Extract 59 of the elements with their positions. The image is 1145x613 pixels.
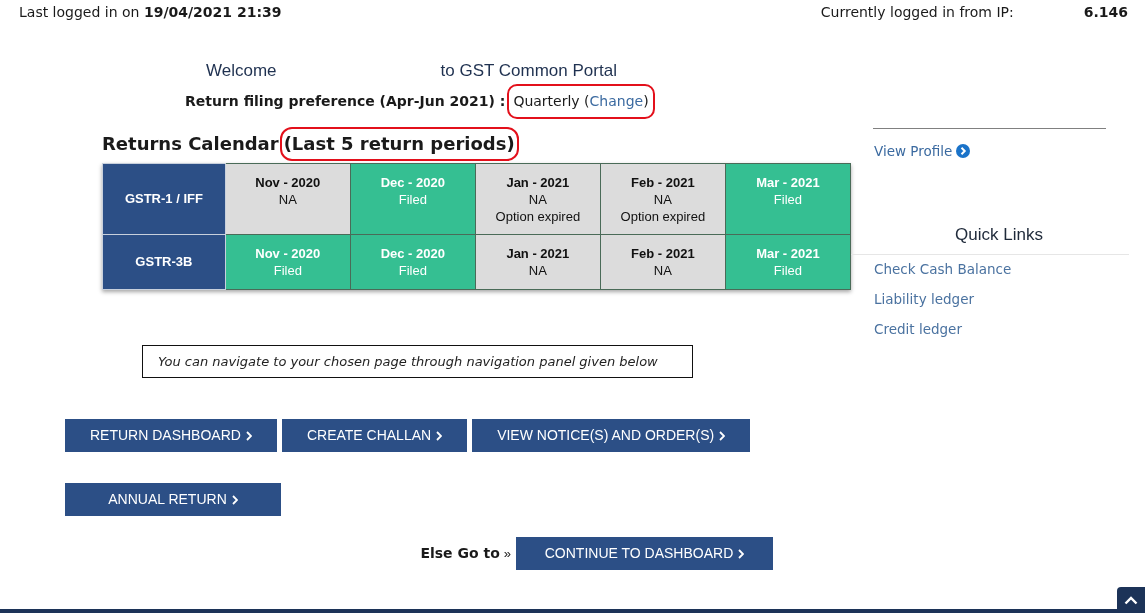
calendar-cell[interactable]: Feb - 2021 NA — [600, 234, 726, 290]
calendar-cell[interactable]: Feb - 2021 NA Option expired — [600, 163, 726, 235]
nav-button[interactable]: CREATE CHALLAN — [281, 419, 468, 452]
ip-label: Currently logged in from IP: — [820, 2, 1014, 22]
chevron-right-icon — [231, 494, 238, 505]
period-label: Mar - 2021 — [756, 245, 820, 262]
nav-button[interactable]: ANNUAL RETURN — [65, 483, 281, 516]
view-profile-link[interactable]: View Profile — [874, 141, 953, 162]
status-text: Filed — [398, 262, 427, 279]
ip-value: 6.146 — [1083, 2, 1128, 22]
portal-title: to GST Common Portal — [440, 60, 617, 83]
note-text: Option expired — [495, 208, 581, 225]
status-text: Filed — [773, 262, 803, 279]
chevron-right-icon — [245, 430, 252, 441]
welcome-text: Welcome — [206, 60, 277, 83]
calendar-title: Returns Calendar — [102, 132, 279, 156]
period-label: Mar - 2021 — [756, 174, 820, 191]
chevron-right-icon — [738, 548, 745, 559]
preference-value: Quarterly (Change) — [513, 92, 649, 111]
status-text: Filed — [273, 262, 302, 279]
period-label: Jan - 2021 — [506, 245, 570, 262]
quick-link[interactable]: Credit ledger — [874, 321, 962, 339]
preference-label: Return filing preference (Apr-Jun 2021) : — [185, 92, 506, 111]
status-text: NA — [653, 191, 672, 208]
chevron-right-icon — [719, 430, 726, 441]
caret-up-icon — [1124, 595, 1138, 605]
nav-button[interactable]: RETURN DASHBOARD — [65, 419, 277, 452]
period-label: Dec - 2020 — [380, 245, 445, 262]
quick-link[interactable]: Check Cash Balance — [874, 261, 1012, 279]
period-label: Nov - 2020 — [255, 245, 321, 262]
calendar-subtitle: (Last 5 return periods) — [283, 132, 515, 156]
change-link[interactable]: Change — [589, 93, 644, 109]
else-go-to-text: Else Go to — [420, 544, 500, 563]
status-text: NA — [278, 191, 297, 208]
status-text: NA — [653, 262, 672, 279]
continue-button[interactable]: CONTINUE TO DASHBOARD — [516, 537, 773, 570]
status-text: NA — [528, 191, 547, 208]
nav-button[interactable]: VIEW NOTICE(S) AND ORDER(S) — [472, 419, 751, 452]
period-label: Nov - 2020 — [255, 174, 321, 191]
period-label: Feb - 2021 — [631, 174, 695, 191]
row-header: GSTR-1 / IFF — [102, 163, 226, 235]
quick-links-title: Quick Links — [955, 223, 1043, 246]
period-label: Jan - 2021 — [506, 174, 570, 191]
last-login-text: Last logged in on 19/04/2021 21:39 — [19, 2, 282, 22]
hint-text: You can navigate to your chosen page through navigation panel given below — [158, 352, 658, 371]
note-text: Option expired — [620, 208, 706, 225]
chevron-right-icon — [436, 430, 443, 441]
row-header: GSTR-3B — [102, 234, 226, 290]
quick-link[interactable]: Liability ledger — [874, 291, 974, 309]
calendar-cell[interactable]: Jan - 2021 NA — [475, 234, 601, 290]
status-text: Filed — [398, 191, 427, 208]
chevron-circle-icon — [956, 144, 971, 159]
double-arrow-text: » — [503, 544, 511, 563]
calendar-cell[interactable]: Jan - 2021 NA Option expired — [475, 163, 601, 235]
calendar-cell[interactable]: Nov - 2020 NA — [225, 163, 351, 235]
period-label: Feb - 2021 — [631, 245, 695, 262]
status-text: NA — [528, 262, 547, 279]
status-text: Filed — [773, 191, 803, 208]
period-label: Dec - 2020 — [380, 174, 445, 191]
